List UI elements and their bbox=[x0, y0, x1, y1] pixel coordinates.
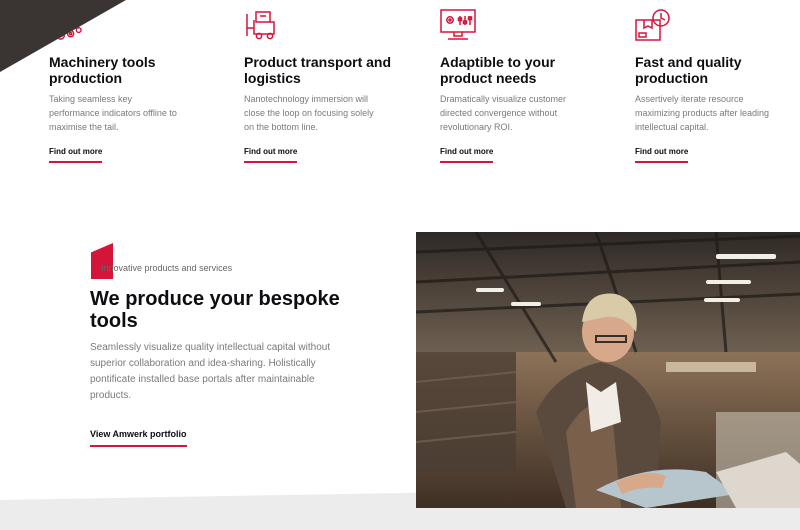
section-headline: We produce your bespoke tools bbox=[90, 288, 340, 332]
feature-title: Fast and quality production bbox=[635, 54, 742, 86]
box-clock-icon bbox=[635, 8, 675, 42]
find-out-more-link[interactable]: Find out more bbox=[635, 147, 689, 163]
forklift-icon bbox=[244, 8, 284, 42]
find-out-more-link[interactable]: Find out more bbox=[244, 147, 298, 163]
monitor-settings-icon bbox=[440, 8, 480, 42]
find-out-more-link[interactable]: Find out more bbox=[49, 147, 103, 163]
red-accent-shape bbox=[91, 243, 113, 279]
feature-text: Assertively iterate resource maximizing … bbox=[635, 94, 770, 132]
feature-title: Adaptible to your product needs bbox=[440, 54, 556, 86]
section-description: Seamlessly visualize quality intellectua… bbox=[90, 342, 331, 401]
decorative-corner-shape bbox=[0, 0, 126, 72]
section-kicker: Innovative products and services bbox=[101, 263, 233, 273]
feature-text: Nanotechnology immersion will close the … bbox=[244, 94, 374, 132]
woman-working-in-workshop-photo bbox=[416, 232, 800, 508]
feature-text: Taking seamless key performance indicato… bbox=[49, 94, 177, 132]
feature-text: Dramatically visualize customer directed… bbox=[440, 94, 567, 132]
find-out-more-link[interactable]: Find out more bbox=[440, 147, 494, 163]
workshop-photo-illustration bbox=[416, 232, 800, 508]
view-portfolio-link[interactable]: View Amwerk portfolio bbox=[90, 429, 187, 447]
feature-title: Product transport and logistics bbox=[244, 54, 392, 86]
